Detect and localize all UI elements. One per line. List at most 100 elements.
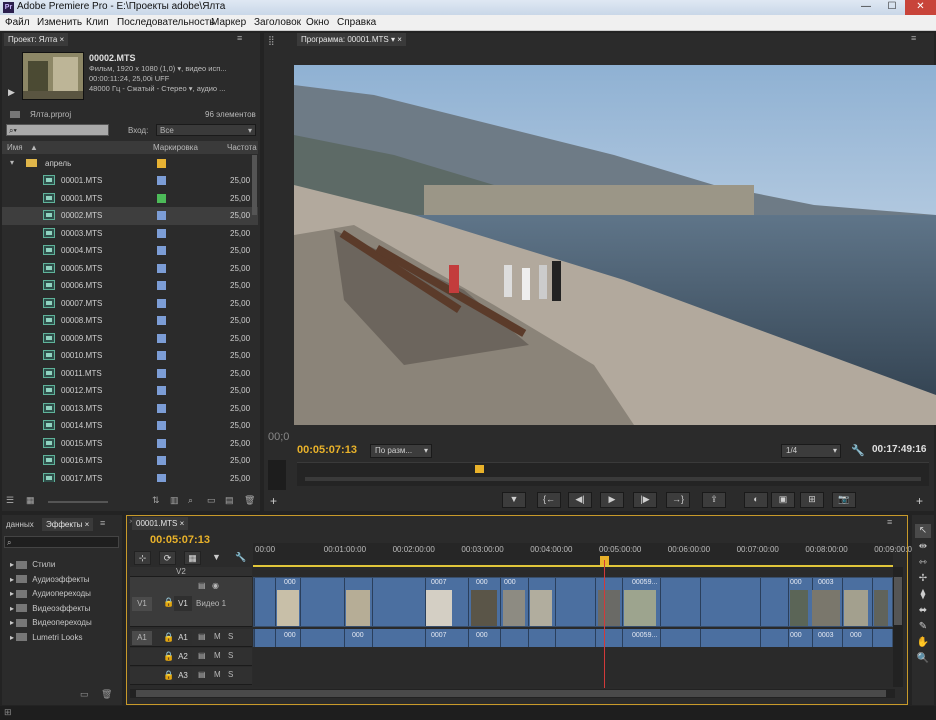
disclosure-open-icon[interactable]: ▾ (10, 158, 14, 167)
effects-category[interactable]: ▸ Стили (10, 560, 55, 569)
bin-item[interactable]: 00008.MTS 25,00 (2, 312, 258, 330)
bin-item[interactable]: 00006.MTS 25,00 (2, 277, 258, 295)
minimize-button[interactable]: — (853, 0, 879, 15)
toggle-output-icon[interactable]: ▤ (198, 581, 206, 590)
audio-clip[interactable] (372, 629, 425, 647)
chevron-down-icon[interactable]: ▾ (391, 35, 395, 44)
automate-icon[interactable]: ▥ (170, 495, 179, 506)
effects-search-input[interactable]: ⌕ (4, 536, 119, 548)
bin-item[interactable]: 00004.MTS 25,00 (2, 242, 258, 260)
effects-category[interactable]: ▸ Видеопереходы (10, 618, 92, 627)
bin-item[interactable]: 00003.MTS 25,00 (2, 225, 258, 243)
bin-item[interactable]: 00017.MTS 25,00 (2, 470, 258, 482)
solo-a1[interactable]: S (228, 632, 233, 641)
video-clip[interactable] (700, 578, 760, 626)
bin-item[interactable]: 00002.MTS 25,00 (2, 207, 258, 225)
add-button-icon[interactable]: + (270, 494, 277, 508)
toggle-output-icon[interactable]: ▤ (198, 632, 206, 641)
tab-metadata[interactable]: данных (2, 518, 38, 531)
mute-a2[interactable]: M (214, 651, 221, 660)
bin-item[interactable]: 00012.MTS 25,00 (2, 382, 258, 400)
solo-a2[interactable]: S (228, 651, 233, 660)
timeline-playhead-timecode[interactable]: 00:05:07:13 (150, 534, 210, 546)
panel-menu-icon[interactable]: ≡ (887, 517, 892, 527)
new-bin-icon[interactable]: ▭ (207, 495, 216, 506)
transport-button[interactable]: ◐ (744, 492, 768, 508)
v-scroll-thumb[interactable] (894, 577, 902, 625)
audio-clip[interactable] (760, 629, 788, 647)
sync-lock-icon[interactable]: 🔒 (163, 651, 174, 662)
snap-icon[interactable]: ⊹ (134, 551, 151, 565)
menu-clip[interactable]: Клип (86, 17, 109, 28)
panel-menu-icon[interactable]: ≡ (911, 33, 916, 43)
bin-item[interactable]: 00010.MTS 25,00 (2, 347, 258, 365)
tool-icon[interactable]: ✢ (915, 572, 931, 586)
video-clip[interactable] (760, 578, 788, 626)
bin-item[interactable]: 00005.MTS 25,00 (2, 260, 258, 278)
bin-item[interactable]: 00001.MTS 25,00 (2, 172, 258, 190)
audio-clip[interactable] (700, 629, 760, 647)
sync-lock-icon[interactable]: 🔒 (163, 597, 174, 608)
zoom-scrollbar[interactable] (305, 477, 921, 481)
transport-button[interactable]: 📷 (832, 492, 856, 508)
close-icon[interactable]: × (397, 35, 402, 44)
bin-item[interactable]: 00013.MTS 25,00 (2, 400, 258, 418)
trash-icon[interactable]: 🗑 (101, 689, 112, 700)
audio-clip[interactable] (660, 629, 700, 647)
tab-sequence[interactable]: 00001.MTS × (132, 517, 189, 530)
video-clip[interactable] (660, 578, 700, 626)
menu-file[interactable]: Файл (5, 17, 30, 28)
bin-scrollbar[interactable] (252, 155, 257, 215)
program-time-ruler[interactable] (297, 462, 929, 486)
menu-title[interactable]: Заголовок (254, 17, 301, 28)
marker-icon[interactable]: ▼ (212, 552, 221, 562)
tool-icon[interactable]: ↖ (915, 524, 931, 538)
menu-edit[interactable]: Изменить (37, 17, 82, 28)
source-patch-v1[interactable]: V1 (132, 597, 152, 611)
track-target-a2[interactable]: A2 (174, 650, 192, 664)
eye-icon[interactable]: ◉ (212, 581, 219, 590)
audio-clip[interactable] (254, 629, 275, 647)
search-input[interactable]: ⌕▾ (6, 124, 109, 136)
transport-button[interactable]: ▼ (502, 492, 526, 508)
close-icon[interactable]: × (85, 520, 90, 529)
timeline-h-scrollbar[interactable] (130, 689, 895, 698)
playhead-line[interactable] (604, 560, 605, 688)
panel-menu-icon[interactable]: ≡ (237, 33, 242, 43)
transport-button[interactable]: ⇪ (702, 492, 726, 508)
source-patch-a1[interactable]: A1 (132, 631, 152, 645)
audio-clip[interactable] (555, 629, 595, 647)
program-playhead-timecode[interactable]: 00:05:07:13 (297, 444, 357, 456)
tool-icon[interactable]: ⇹ (915, 540, 931, 554)
tool-icon[interactable]: ✎ (915, 620, 931, 634)
h-scroll-thumb[interactable] (136, 690, 886, 697)
icon-view-icon[interactable]: ▦ (26, 495, 35, 506)
new-bin-icon[interactable]: ▭ (80, 689, 89, 700)
tab-effects[interactable]: Эффекты × (42, 518, 94, 531)
bin-folder-row[interactable]: ▾ апрель (2, 155, 258, 172)
timeline-v-scrollbar[interactable] (893, 567, 903, 687)
transport-button[interactable]: ◀| (568, 492, 592, 508)
bin-item[interactable]: 00011.MTS 25,00 (2, 365, 258, 383)
tool-icon[interactable]: ⇿ (915, 556, 931, 570)
column-fps[interactable]: Частота (227, 141, 257, 154)
fit-select[interactable]: По разм... ▾ (370, 444, 432, 458)
maximize-button[interactable]: ☐ (879, 0, 905, 15)
zoom-slider[interactable] (48, 501, 108, 503)
transport-button[interactable]: {← (537, 492, 561, 508)
mute-a1[interactable]: M (214, 632, 221, 641)
close-icon[interactable]: × (180, 519, 185, 528)
sort-icon[interactable]: ⇅ (152, 495, 160, 506)
tab-project[interactable]: Проект: Ялта × (4, 33, 69, 46)
trash-icon[interactable]: 🗑 (244, 495, 255, 506)
bin-item[interactable]: 00014.MTS 25,00 (2, 417, 258, 435)
new-item-icon[interactable]: ▤ (225, 495, 234, 506)
effects-category[interactable]: ▸ Аудиопереходы (10, 589, 91, 598)
tool-icon[interactable]: ⬌ (915, 604, 931, 618)
transport-button[interactable]: →} (666, 492, 690, 508)
menu-sequence[interactable]: Последовательность (117, 17, 214, 28)
settings-wrench-icon[interactable]: 🔧 (235, 552, 246, 563)
playhead-marker-icon[interactable] (475, 465, 484, 473)
panel-menu-icon[interactable]: ≡ (100, 518, 105, 528)
sync-lock-icon[interactable]: 🔒 (163, 670, 174, 681)
